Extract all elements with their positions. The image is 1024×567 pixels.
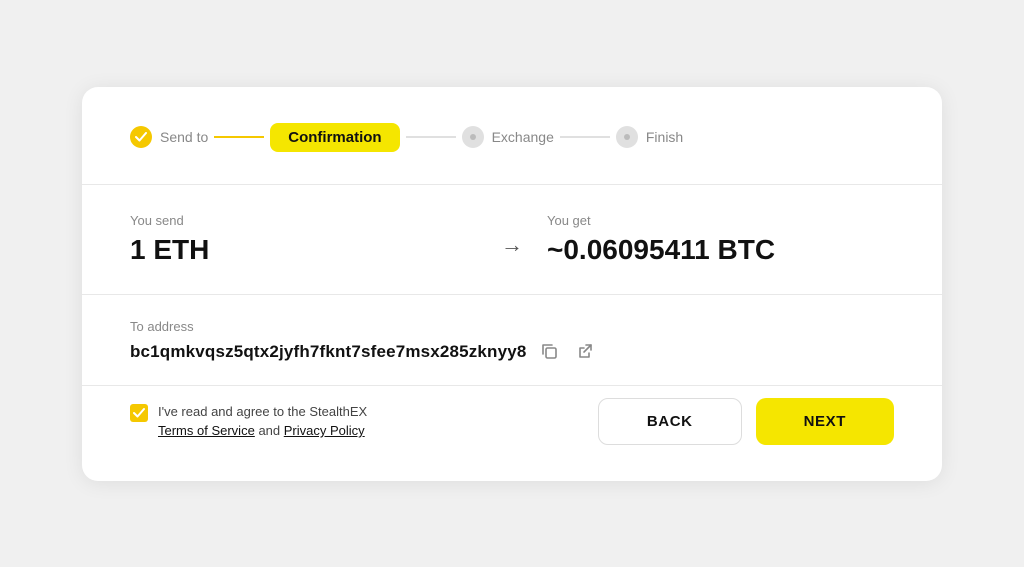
- step-connector-3: [560, 136, 610, 138]
- copy-icon[interactable]: [536, 340, 562, 365]
- get-col: You get ~0.06095411 BTC: [547, 213, 894, 266]
- main-card: Send to Confirmation Exchange Finish You…: [82, 87, 942, 481]
- privacy-policy-link[interactable]: Privacy Policy: [284, 423, 365, 438]
- footer-row: I've read and agree to the StealthEX Ter…: [130, 386, 894, 445]
- get-label: You get: [547, 213, 894, 228]
- terms-checkbox[interactable]: [130, 404, 148, 422]
- step-send-to-label: Send to: [160, 129, 208, 145]
- address-label: To address: [130, 319, 894, 334]
- terms-of-service-link[interactable]: Terms of Service: [158, 423, 255, 438]
- step-send-to-circle: [130, 126, 152, 148]
- step-confirmation-label: Confirmation: [270, 123, 399, 152]
- step-exchange-label: Exchange: [492, 129, 554, 145]
- step-finish-label: Finish: [646, 129, 683, 145]
- stepper: Send to Confirmation Exchange Finish: [130, 123, 894, 152]
- send-col: You send 1 ETH: [130, 213, 477, 266]
- step-finish-circle: [616, 126, 638, 148]
- arrow-icon: →: [501, 232, 523, 258]
- step-exchange: Exchange: [462, 126, 554, 148]
- back-button[interactable]: BACK: [598, 398, 742, 445]
- terms-prefix: I've read and agree to the StealthEX: [158, 404, 367, 419]
- terms-and-text: and: [258, 423, 280, 438]
- step-send-to: Send to: [130, 126, 208, 148]
- exchange-section: You send 1 ETH → You get ~0.06095411 BTC: [130, 185, 894, 294]
- terms-text: I've read and agree to the StealthEX Ter…: [158, 402, 367, 441]
- send-amount: 1 ETH: [130, 234, 477, 266]
- external-link-icon[interactable]: [572, 340, 598, 365]
- send-label: You send: [130, 213, 477, 228]
- step-exchange-circle: [462, 126, 484, 148]
- step-connector-1: [214, 136, 264, 138]
- step-finish: Finish: [616, 126, 683, 148]
- address-value: bc1qmkvqsz5qtx2jyfh7fknt7sfee7msx285zkny…: [130, 342, 526, 362]
- button-group: BACK NEXT: [598, 398, 894, 445]
- get-amount: ~0.06095411 BTC: [547, 234, 894, 266]
- step-connector-2: [406, 136, 456, 138]
- step-confirmation: Confirmation: [270, 123, 399, 152]
- address-section: To address bc1qmkvqsz5qtx2jyfh7fknt7sfee…: [130, 295, 894, 385]
- address-row: bc1qmkvqsz5qtx2jyfh7fknt7sfee7msx285zkny…: [130, 340, 894, 365]
- terms-area: I've read and agree to the StealthEX Ter…: [130, 402, 367, 441]
- next-button[interactable]: NEXT: [756, 398, 894, 445]
